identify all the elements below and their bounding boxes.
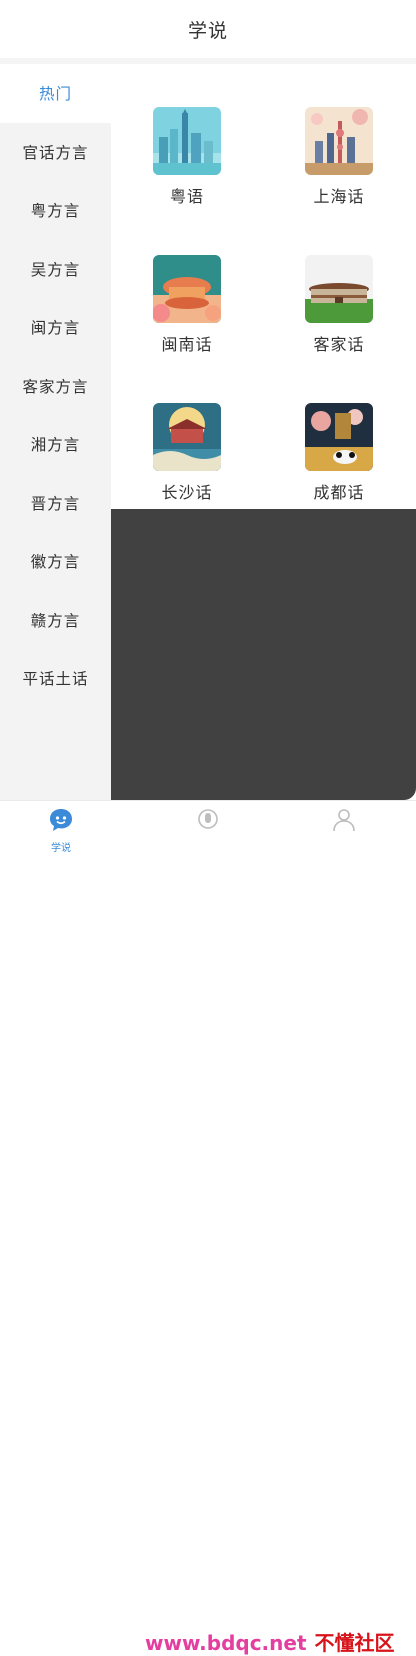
page-title: 学说: [187, 19, 228, 42]
sidebar-item-hakka[interactable]: 客家方言: [0, 357, 111, 416]
watermark: www.bdqc.net 不懂社区: [145, 1627, 395, 1656]
tab-profile[interactable]: [314, 807, 374, 837]
dialect-card-minnan[interactable]: 闽南话: [132, 255, 242, 355]
sidebar-item-wu[interactable]: 吴方言: [0, 240, 111, 299]
hakka-tulou-thumb: [305, 255, 373, 323]
dialect-label: 闽南话: [161, 335, 213, 354]
chengdu-panda-thumb: [305, 403, 373, 471]
watermark-en: www.bdqc.net: [145, 1631, 307, 1655]
tab-label: 学说: [51, 843, 71, 854]
app-header: 学说: [0, 0, 416, 58]
sidebar-item-label: 湘方言: [30, 436, 81, 455]
sidebar-item-jin[interactable]: 晋方言: [0, 474, 111, 533]
watermark-cn: 不懂社区: [314, 1631, 395, 1655]
mic-icon: [198, 809, 218, 829]
dialect-label: 粤语: [169, 187, 204, 206]
dialect-label: 上海话: [313, 187, 365, 206]
sidebar-item-label: 粤方言: [30, 202, 81, 221]
sidebar-item-label: 赣方言: [30, 611, 81, 630]
dialect-card-shanghai[interactable]: 上海话: [284, 107, 394, 207]
dialect-card-hakka[interactable]: 客家话: [284, 255, 394, 355]
sidebar-item-label: 客家方言: [22, 377, 89, 396]
category-sidebar: 热门 官话方言 粤方言 吴方言 闽方言 客家方言 湘方言 晋方言 徽方言 赣方言…: [0, 64, 111, 800]
sidebar-item-label: 热门: [38, 85, 72, 104]
dialect-card-changsha[interactable]: 长沙话: [132, 403, 242, 503]
sidebar-item-gan[interactable]: 赣方言: [0, 591, 111, 650]
tab-learn[interactable]: 学说: [31, 807, 91, 854]
minnan-pavilion-thumb: [153, 255, 221, 323]
sidebar-item-pinghua[interactable]: 平话土话: [0, 649, 111, 708]
dialect-card-cantonese[interactable]: 粤语: [132, 107, 242, 207]
dark-overlay-area: [111, 509, 416, 800]
sidebar-item-mandarin[interactable]: 官话方言: [0, 123, 111, 182]
shanghai-skyline-thumb: [305, 107, 373, 175]
changsha-tower-thumb: [153, 403, 221, 471]
dialect-label: 成都话: [313, 483, 365, 502]
sidebar-item-label: 闽方言: [30, 319, 81, 338]
tab-record[interactable]: [178, 807, 238, 837]
bottom-tabbar: 学说 www.bdqc.net 不懂社区: [0, 800, 416, 1655]
sidebar-item-label: 晋方言: [30, 494, 81, 513]
sidebar-item-min[interactable]: 闽方言: [0, 298, 111, 357]
sidebar-item-hot[interactable]: 热门: [0, 64, 111, 123]
sidebar-item-label: 平话土话: [22, 670, 89, 689]
dialect-label: 客家话: [313, 335, 365, 354]
dialect-card-chengdu[interactable]: 成都话: [284, 403, 394, 503]
chat-bubble-icon: [50, 809, 72, 831]
sidebar-item-yue[interactable]: 粤方言: [0, 181, 111, 240]
sidebar-item-xiang[interactable]: 湘方言: [0, 415, 111, 474]
sidebar-item-label: 官话方言: [22, 143, 89, 162]
user-icon: [333, 809, 355, 832]
cantonese-city-thumb: [153, 107, 221, 175]
sidebar-item-label: 徽方言: [30, 553, 81, 572]
dialect-grid-panel: 粤语 上海话 闽南话 客家话 长沙话 成都话: [111, 64, 416, 509]
dialect-label: 长沙话: [161, 483, 213, 502]
sidebar-item-label: 吴方言: [30, 260, 81, 279]
sidebar-item-hui[interactable]: 徽方言: [0, 532, 111, 591]
